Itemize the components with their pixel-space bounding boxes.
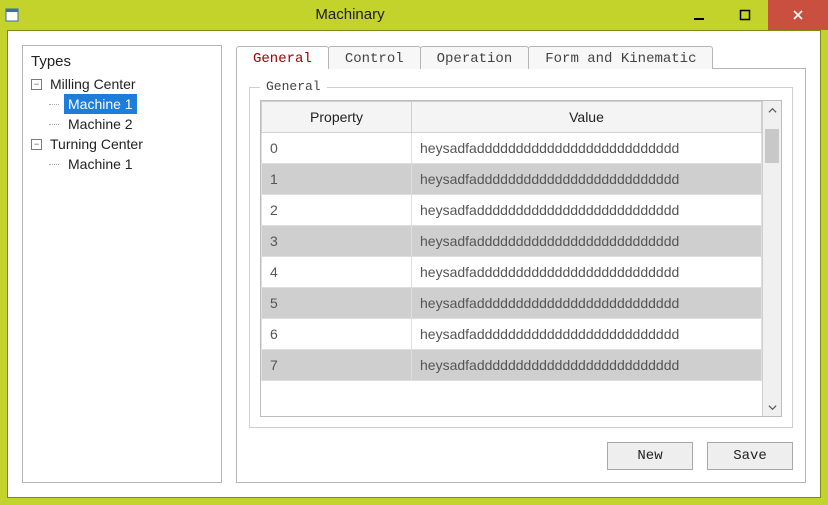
window-buttons bbox=[676, 0, 828, 30]
button-row: New Save bbox=[249, 428, 793, 470]
tree-node[interactable]: Machine 2 bbox=[49, 114, 221, 134]
new-button[interactable]: New bbox=[607, 442, 693, 470]
cell-value[interactable]: heysadfadddddddddddddddddddddddddd bbox=[412, 133, 762, 164]
cell-value[interactable]: heysadfadddddddddddddddddddddddddd bbox=[412, 195, 762, 226]
app-icon bbox=[0, 0, 24, 30]
tab-page-general: General Property Value bbox=[236, 68, 806, 483]
table-row[interactable]: 1heysadfadddddddddddddddddddddddddd bbox=[262, 164, 762, 195]
maximize-button[interactable] bbox=[722, 0, 768, 30]
tree-node[interactable]: Machine 1 bbox=[49, 94, 221, 114]
grid-scrollbar[interactable] bbox=[762, 101, 781, 416]
tree-node-label: Machine 1 bbox=[64, 154, 137, 174]
cell-property[interactable]: 0 bbox=[262, 133, 412, 164]
scroll-thumb[interactable] bbox=[765, 129, 779, 163]
table-row[interactable]: 2heysadfadddddddddddddddddddddddddd bbox=[262, 195, 762, 226]
tab-general[interactable]: General bbox=[236, 46, 329, 69]
scroll-up-icon[interactable] bbox=[763, 101, 781, 119]
tree-node[interactable]: Machine 1 bbox=[49, 154, 221, 174]
scroll-down-icon[interactable] bbox=[763, 398, 781, 416]
cell-property[interactable]: 6 bbox=[262, 319, 412, 350]
column-header-property[interactable]: Property bbox=[262, 102, 412, 133]
tree-node-label: Machine 2 bbox=[64, 114, 137, 134]
save-button[interactable]: Save bbox=[707, 442, 793, 470]
collapse-icon[interactable]: − bbox=[31, 79, 42, 90]
types-tree[interactable]: −Milling CenterMachine 1Machine 2−Turnin… bbox=[27, 74, 221, 174]
cell-property[interactable]: 7 bbox=[262, 350, 412, 381]
window-title: Machinary bbox=[24, 0, 676, 30]
cell-property[interactable]: 5 bbox=[262, 288, 412, 319]
table-row[interactable]: 7heysadfadddddddddddddddddddddddddd bbox=[262, 350, 762, 381]
cell-value[interactable]: heysadfadddddddddddddddddddddddddd bbox=[412, 257, 762, 288]
right-pane: GeneralControlOperationForm and Kinemati… bbox=[236, 45, 806, 483]
table-row[interactable]: 0heysadfadddddddddddddddddddddddddd bbox=[262, 133, 762, 164]
tree-branch-icon bbox=[49, 119, 60, 130]
cell-value[interactable]: heysadfadddddddddddddddddddddddddd bbox=[412, 164, 762, 195]
tree-branch-icon bbox=[49, 99, 60, 110]
table-row[interactable]: 6heysadfadddddddddddddddddddddddddd bbox=[262, 319, 762, 350]
table-row[interactable]: 5heysadfadddddddddddddddddddddddddd bbox=[262, 288, 762, 319]
tree-node[interactable]: −Milling Center bbox=[31, 74, 221, 94]
tree-node[interactable]: −Turning Center bbox=[31, 134, 221, 154]
cell-property[interactable]: 4 bbox=[262, 257, 412, 288]
tree-title: Types bbox=[27, 50, 221, 74]
types-tree-panel: Types −Milling CenterMachine 1Machine 2−… bbox=[22, 45, 222, 483]
cell-value[interactable]: heysadfadddddddddddddddddddddddddd bbox=[412, 288, 762, 319]
cell-property[interactable]: 1 bbox=[262, 164, 412, 195]
cell-property[interactable]: 3 bbox=[262, 226, 412, 257]
tab-operation[interactable]: Operation bbox=[420, 46, 530, 69]
cell-value[interactable]: heysadfadddddddddddddddddddddddddd bbox=[412, 350, 762, 381]
tree-node-label: Turning Center bbox=[46, 134, 147, 154]
cell-value[interactable]: heysadfadddddddddddddddddddddddddd bbox=[412, 319, 762, 350]
tree-node-label: Milling Center bbox=[46, 74, 140, 94]
general-groupbox: General Property Value bbox=[249, 87, 793, 428]
minimize-button[interactable] bbox=[676, 0, 722, 30]
tab-control[interactable]: Control bbox=[328, 46, 421, 69]
tree-branch-icon bbox=[49, 159, 60, 170]
groupbox-legend: General bbox=[260, 79, 327, 94]
cell-value[interactable]: heysadfadddddddddddddddddddddddddd bbox=[412, 226, 762, 257]
tab-formkin[interactable]: Form and Kinematic bbox=[528, 46, 713, 69]
tab-strip: GeneralControlOperationForm and Kinemati… bbox=[236, 45, 806, 68]
close-button[interactable] bbox=[768, 0, 828, 30]
title-bar: Machinary bbox=[0, 0, 828, 30]
column-header-value[interactable]: Value bbox=[412, 102, 762, 133]
tree-node-label: Machine 1 bbox=[64, 94, 137, 114]
table-row[interactable]: 3heysadfadddddddddddddddddddddddddd bbox=[262, 226, 762, 257]
collapse-icon[interactable]: − bbox=[31, 139, 42, 150]
table-row[interactable]: 4heysadfadddddddddddddddddddddddddd bbox=[262, 257, 762, 288]
cell-property[interactable]: 2 bbox=[262, 195, 412, 226]
properties-grid: Property Value 0heysadfadddddddddddddddd… bbox=[260, 100, 782, 417]
